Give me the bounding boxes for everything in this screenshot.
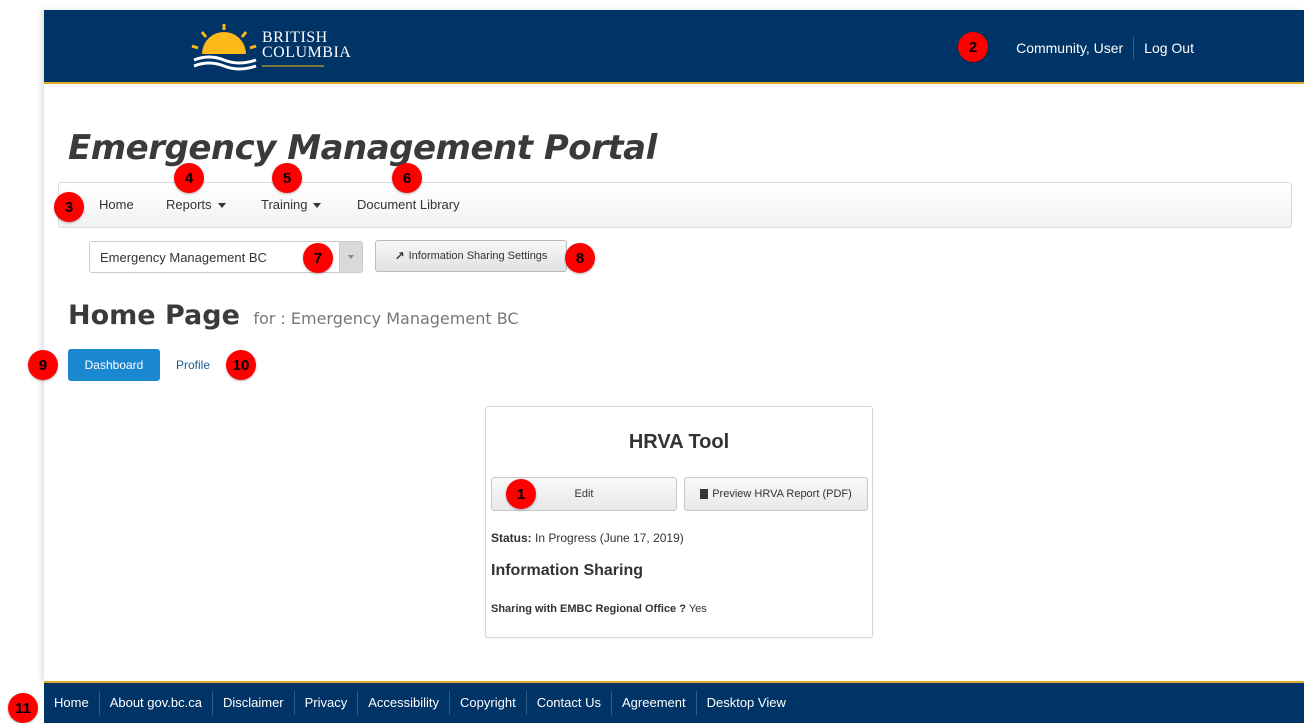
footer-link-desktop-view[interactable]: Desktop View (695, 691, 796, 715)
organization-select-value: Emergency Management BC (100, 250, 267, 265)
footer: Home About gov.bc.ca Disclaimer Privacy … (44, 681, 1304, 723)
logo-text: BRITISH COLUMBIA (262, 29, 352, 61)
logo-line-1: BRITISH (262, 29, 328, 46)
logo-line-2: COLUMBIA (262, 44, 352, 61)
nav-home[interactable]: Home (99, 197, 134, 212)
home-page-heading: Home Page for : Emergency Management BC (68, 300, 519, 331)
home-subtitle: for : Emergency Management BC (253, 309, 519, 328)
information-sharing-heading: Information Sharing (491, 562, 643, 579)
callout-badge: 11 (8, 693, 38, 723)
footer-link-accessibility[interactable]: Accessibility (357, 691, 449, 715)
footer-links: Home About gov.bc.ca Disclaimer Privacy … (44, 683, 796, 723)
user-name-link[interactable]: Community, User (1016, 40, 1123, 56)
sharing-label: Sharing with EMBC Regional Office ? (491, 603, 686, 615)
footer-link-contact[interactable]: Contact Us (525, 691, 611, 715)
information-sharing-settings-label: Information Sharing Settings (408, 250, 548, 262)
footer-link-privacy[interactable]: Privacy (293, 691, 358, 715)
callout-badge: 10 (226, 350, 256, 380)
home-title: Home Page (68, 300, 240, 331)
logout-link[interactable]: Log Out (1144, 40, 1194, 56)
callout-badge: 9 (28, 350, 58, 380)
status-label: Status: (491, 531, 532, 545)
divider (1133, 37, 1135, 59)
nav-reports-label: Reports (166, 197, 212, 212)
callout-badge: 5 (272, 163, 302, 193)
sharing-text: Sharing with EMBC Regional Office ? Yes (491, 603, 707, 615)
callout-badge: 4 (174, 163, 204, 193)
callout-badge: 3 (54, 192, 84, 222)
callout-badge: 7 (303, 243, 333, 273)
hrva-tool-card: HRVA Tool Edit Preview HRVA Report (PDF)… (485, 406, 873, 638)
nav-reports[interactable]: Reports (166, 197, 226, 212)
footer-link-agreement[interactable]: Agreement (611, 691, 696, 715)
preview-report-button[interactable]: Preview HRVA Report (PDF) (684, 477, 868, 511)
caret-down-icon (217, 203, 226, 209)
left-margin (0, 0, 44, 681)
caret-down-icon (313, 203, 322, 209)
callout-badge: 8 (565, 243, 595, 273)
footer-link-disclaimer[interactable]: Disclaimer (211, 691, 294, 715)
dropdown-arrow-icon[interactable] (339, 242, 362, 272)
callout-badge: 1 (506, 479, 536, 509)
nav-training-label: Training (261, 197, 308, 212)
document-icon (700, 489, 709, 499)
page-title: Emergency Management Portal (68, 128, 657, 168)
tab-profile[interactable]: Profile (176, 358, 210, 372)
user-menu: Community, User Log Out (1016, 37, 1194, 59)
external-link-icon: ↗ (394, 249, 405, 263)
card-title: HRVA Tool (628, 431, 730, 453)
footer-link-copyright[interactable]: Copyright (449, 691, 526, 715)
callout-badge: 2 (958, 32, 988, 62)
tab-dashboard[interactable]: Dashboard (68, 349, 160, 381)
footer-link-about[interactable]: About gov.bc.ca (98, 691, 212, 715)
main-nav: Home Reports Training Document Library (58, 182, 1292, 228)
preview-report-label: Preview HRVA Report (PDF) (712, 488, 852, 500)
sharing-value: Yes (688, 603, 707, 615)
nav-training[interactable]: Training (261, 197, 322, 212)
status-value: In Progress (June 17, 2019) (535, 531, 684, 545)
header-bar: BRITISH COLUMBIA Community, User Log Out (44, 10, 1304, 84)
nav-document-library[interactable]: Document Library (357, 197, 460, 212)
status-text: Status: In Progress (June 17, 2019) (491, 531, 684, 545)
footer-link-home[interactable]: Home (44, 691, 99, 715)
callout-badge: 6 (392, 163, 422, 193)
page: BRITISH COLUMBIA Community, User Log Out… (44, 10, 1304, 681)
information-sharing-settings-button[interactable]: ↗ Information Sharing Settings (375, 240, 567, 272)
